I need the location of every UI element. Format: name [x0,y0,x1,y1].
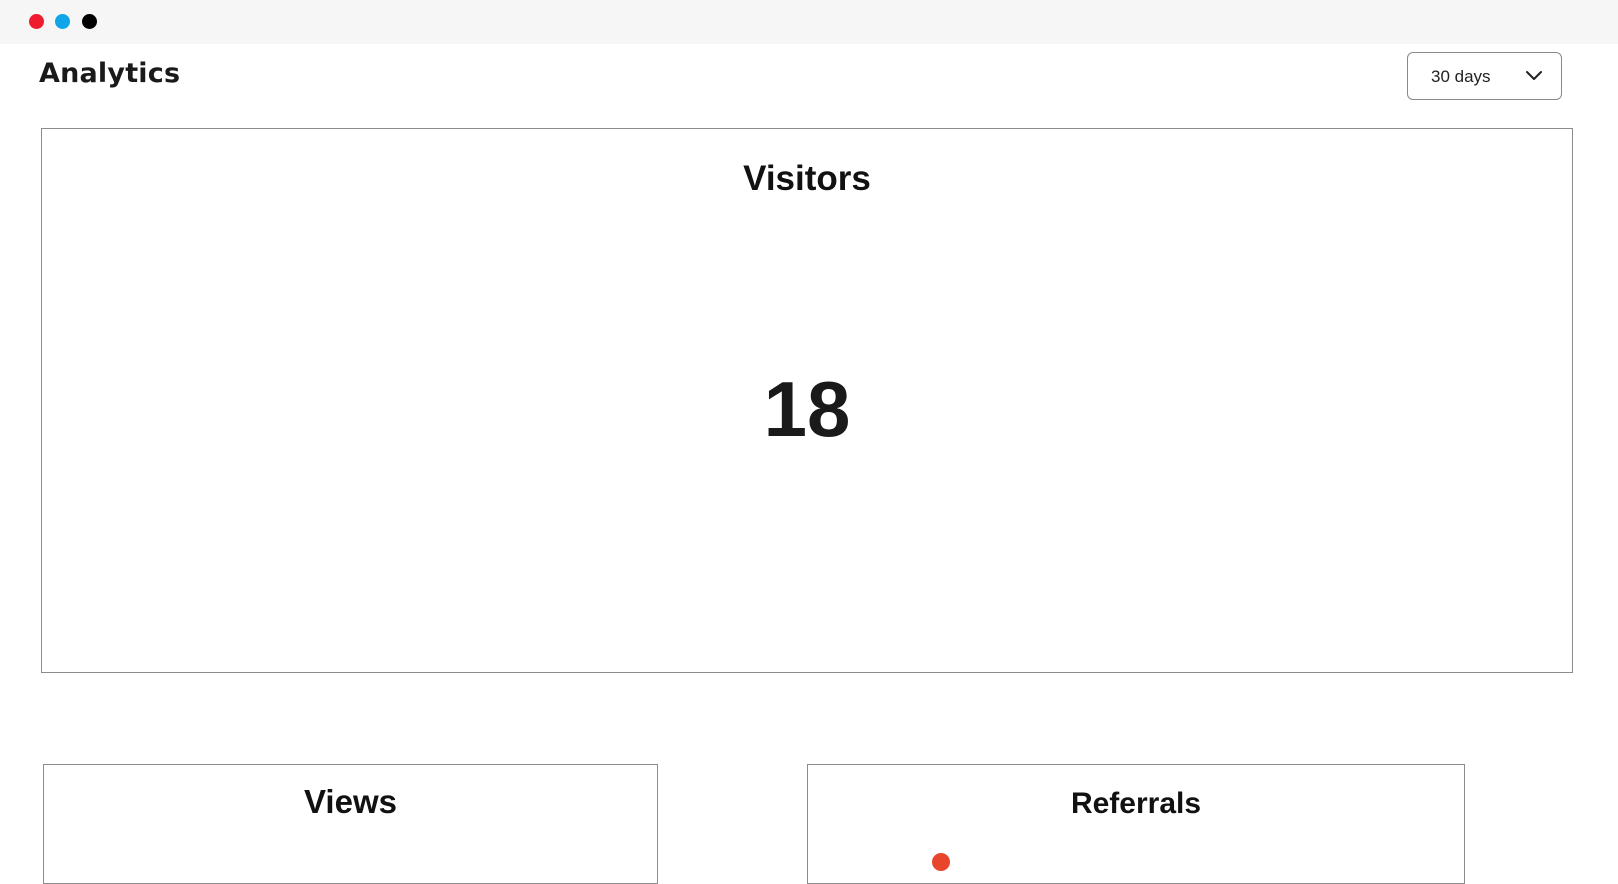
visitors-count: 18 [763,365,851,453]
page-title: Analytics [39,58,181,89]
referrals-card: Referrals [807,764,1465,884]
window-titlebar [0,0,1618,44]
chevron-down-icon [1526,71,1542,80]
minimize-window-button[interactable] [55,14,70,29]
referrals-card-title: Referrals [1070,787,1202,820]
close-window-button[interactable] [29,14,44,29]
views-card: Views [43,764,658,884]
views-card-title: Views [304,783,397,820]
visitors-card-title: Visitors [743,159,871,198]
date-range-select[interactable]: 30 days [1407,52,1562,100]
date-range-value: 30 days [1431,67,1491,86]
maximize-window-button[interactable] [82,14,97,29]
visitors-card: Visitors 18 [41,128,1573,673]
